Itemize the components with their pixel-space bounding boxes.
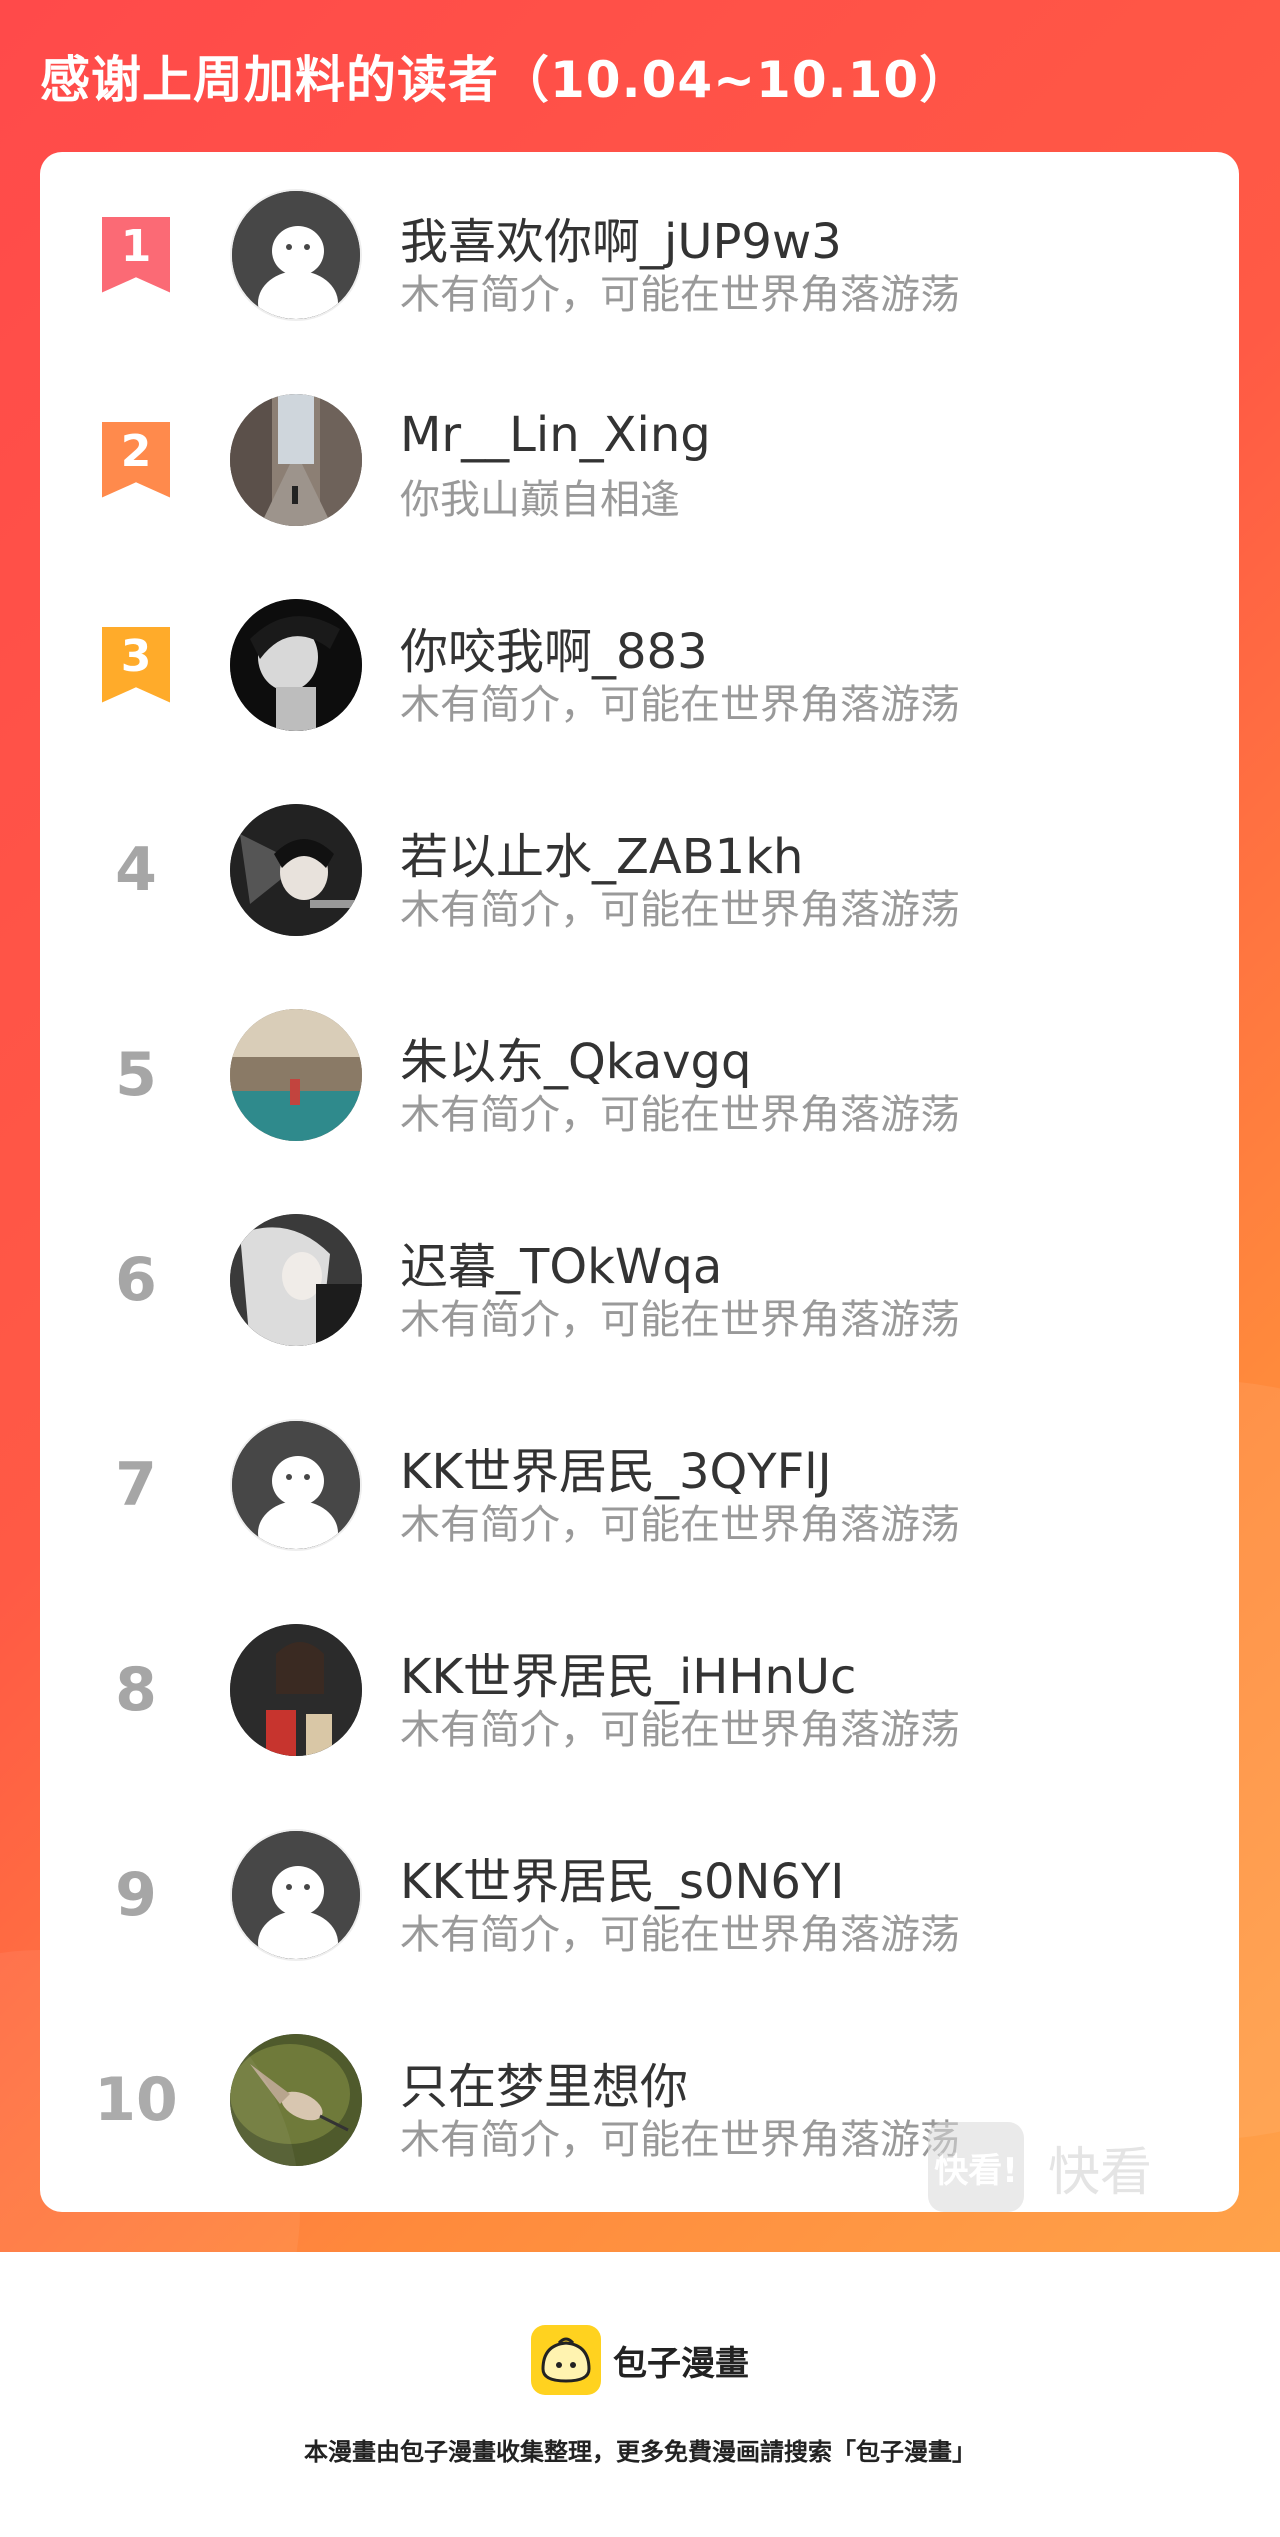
reader-row[interactable]: 8 KK世界居民_iHHnUc 木有简介，可能在世界角落游荡 (40, 1587, 1239, 1792)
avatar[interactable] (230, 1213, 362, 1346)
bw-portrait-photo-icon (230, 598, 362, 731)
rank-number: 8 (115, 1654, 157, 1725)
rank-badge: 3 (92, 626, 180, 703)
rank-number: 4 (115, 834, 157, 905)
reader-row[interactable]: 6 迟暮_TOkWqa 木有简介，可能在世界角落游荡 (40, 1177, 1239, 1382)
reader-bio: 木有简介，可能在世界角落游荡 (400, 1912, 960, 1958)
rank-badge: 1 (92, 216, 180, 293)
avatar[interactable] (230, 1623, 362, 1756)
white-hair-character-icon (230, 1213, 362, 1346)
reader-name[interactable]: Mr__Lin_Xing (400, 407, 711, 463)
avatar[interactable] (230, 1828, 362, 1961)
reader-bio: 木有简介，可能在世界角落游荡 (400, 1707, 960, 1753)
reader-bio: 木有简介，可能在世界角落游荡 (400, 2117, 960, 2163)
default-avatar-icon (232, 1420, 360, 1549)
avatar[interactable] (230, 598, 362, 731)
reader-bio: 木有简介，可能在世界角落游荡 (400, 272, 960, 318)
avatar[interactable] (230, 803, 362, 936)
reader-row[interactable]: 1 我喜欢你啊_jUP9w3 木有简介，可能在世界角落游荡 (40, 152, 1239, 357)
avatar[interactable] (230, 2033, 362, 2166)
reader-bio: 你我山巅自相逢 (400, 477, 680, 523)
poster-title: 感谢上周加料的读者（10.04~10.10） (40, 51, 971, 109)
ribbon-icon: 3 (102, 626, 170, 703)
disclaimer: 本漫畫由包子漫畫收集整理，更多免費漫画請搜索「包子漫畫」 (304, 2438, 976, 2466)
rank-badge: 2 (92, 421, 180, 498)
avatar[interactable] (230, 188, 362, 321)
reader-row[interactable]: 5 朱以东_Qkavgq 木有简介，可能在世界角落游荡 (40, 972, 1239, 1177)
rank-number: 6 (115, 1244, 157, 1315)
watermark-text: 快看 (1048, 2142, 1153, 2203)
kuaikan-logo-icon: 快看! (928, 2122, 1024, 2212)
default-avatar-icon (232, 1830, 360, 1959)
ribbon-icon: 2 (102, 421, 170, 498)
ribbon-icon: 1 (102, 216, 170, 293)
avatar[interactable] (230, 393, 362, 526)
brand-name: 包子漫畫 (613, 2343, 749, 2384)
lake-scenery-photo-icon (230, 1008, 362, 1141)
reader-ranking-card: 1 我喜欢你啊_jUP9w3 木有简介，可能在世界角落游荡 2 Mr__Lin_… (40, 152, 1239, 2212)
city-street-photo-icon (230, 393, 362, 526)
rank-number: 10 (94, 2064, 178, 2135)
reader-bio: 木有简介，可能在世界角落游荡 (400, 1502, 960, 1548)
group-photo-icon (230, 1623, 362, 1756)
reader-row[interactable]: 4 若以止水_ZAB1kh 木有简介，可能在世界角落游荡 (40, 767, 1239, 972)
reader-bio: 木有简介，可能在世界角落游荡 (400, 1092, 960, 1138)
avatar[interactable] (230, 1008, 362, 1141)
rank-number: 7 (115, 1449, 157, 1520)
footer: 包子漫畫 本漫畫由包子漫畫收集整理，更多免費漫画請搜索「包子漫畫」 (0, 2252, 1280, 2537)
anime-character-icon (230, 803, 362, 936)
avatar[interactable] (230, 1418, 362, 1551)
brand[interactable]: 包子漫畫 (0, 2325, 1280, 2395)
default-avatar-icon (232, 190, 360, 319)
reader-bio: 木有简介，可能在世界角落游荡 (400, 682, 960, 728)
reader-row[interactable]: 3 你咬我啊_883 木有简介，可能在世界角落游荡 (40, 562, 1239, 767)
reader-row[interactable]: 9 KK世界居民_s0N6YI 木有简介，可能在世界角落游荡 (40, 1792, 1239, 1997)
reader-bio: 木有简介，可能在世界角落游荡 (400, 1297, 960, 1343)
kuaikan-watermark: 快看! 快看 (928, 2122, 1152, 2212)
reader-row[interactable]: 7 KK世界居民_3QYFlJ 木有简介，可能在世界角落游荡 (40, 1382, 1239, 1587)
reader-row[interactable]: 2 Mr__Lin_Xing 你我山巅自相逢 (40, 357, 1239, 562)
baozi-logo-icon (531, 2325, 601, 2395)
rank-number: 5 (115, 1039, 157, 1110)
thanks-poster: 感谢上周加料的读者（10.04~10.10） 1 我喜欢你啊_jUP9w3 木有… (0, 0, 1280, 2252)
reader-bio: 木有简介，可能在世界角落游荡 (400, 887, 960, 933)
rank-number: 9 (115, 1859, 157, 1930)
hummingbird-photo-icon (230, 2033, 362, 2166)
